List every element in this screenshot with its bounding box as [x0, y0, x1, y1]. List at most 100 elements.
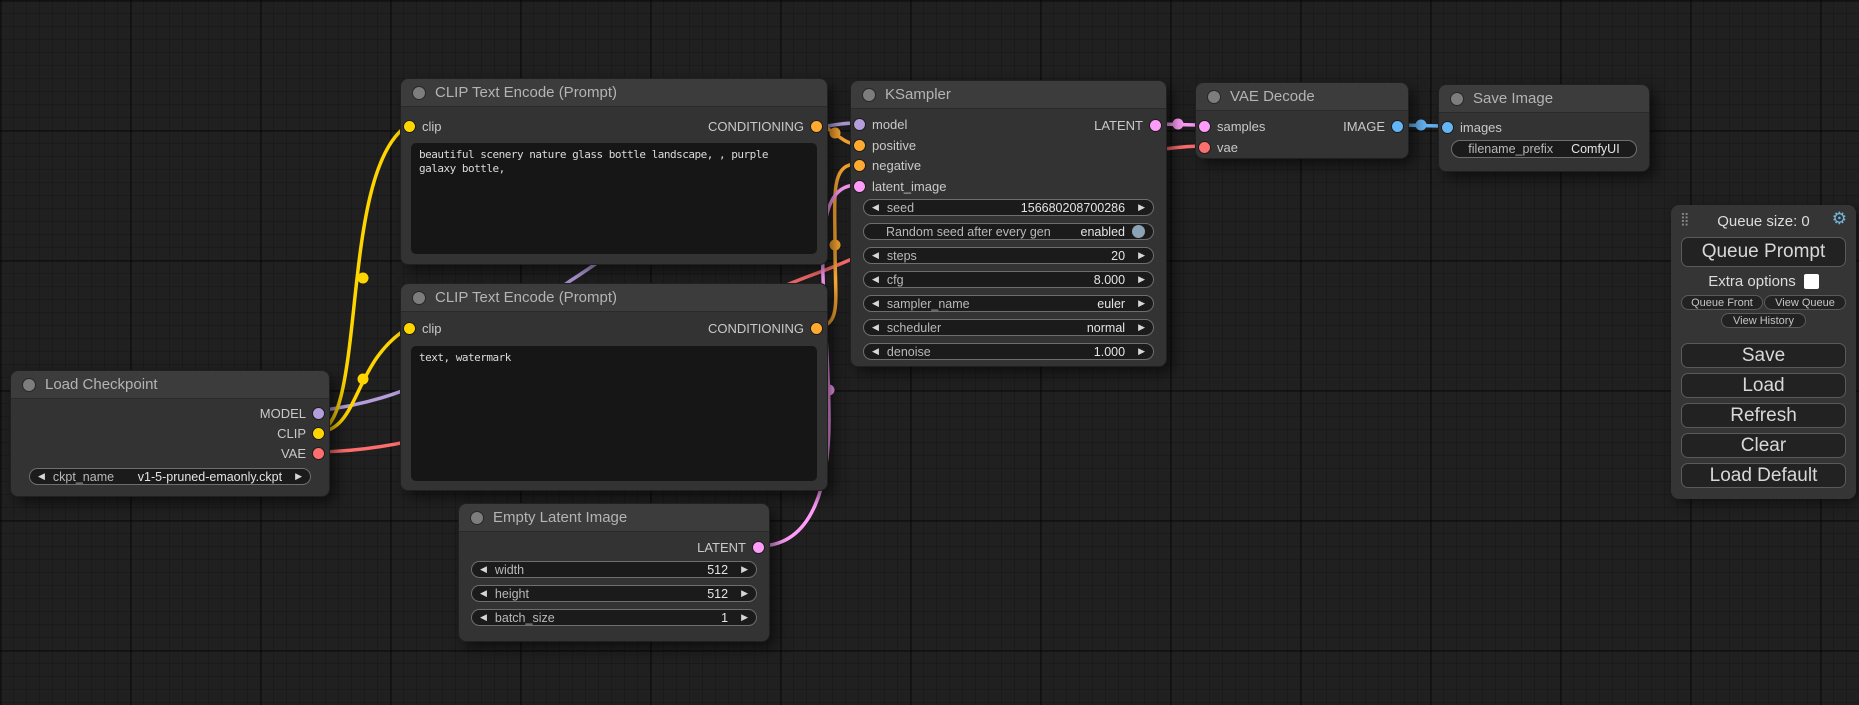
- link-dot: [1416, 120, 1427, 131]
- input-vae: vae: [1199, 138, 1238, 156]
- port-dot-vae[interactable]: [1199, 142, 1210, 153]
- widget-value: 512: [707, 587, 728, 601]
- arrow-left-icon[interactable]: ◀: [872, 347, 879, 356]
- load-button[interactable]: Load: [1681, 373, 1846, 398]
- arrow-left-icon[interactable]: ◀: [872, 323, 879, 332]
- load-default-button[interactable]: Load Default: [1681, 463, 1846, 488]
- arrow-left-icon[interactable]: ◀: [872, 275, 879, 284]
- arrow-left-icon[interactable]: ◀: [480, 613, 487, 622]
- widget-value: 8.000: [1094, 273, 1125, 287]
- denoise-widget[interactable]: ◀ denoise 1.000 ▶: [863, 343, 1154, 360]
- port-dot-latent[interactable]: [854, 181, 865, 192]
- port-dot-clip[interactable]: [404, 323, 415, 334]
- port-dot-conditioning[interactable]: [811, 121, 822, 132]
- port-dot-model[interactable]: [854, 119, 865, 130]
- port-dot-clip[interactable]: [404, 121, 415, 132]
- steps-widget[interactable]: ◀ steps 20 ▶: [863, 247, 1154, 264]
- port-dot-conditioning[interactable]: [854, 140, 865, 151]
- link-dot: [830, 128, 841, 139]
- node-status-dot-icon: [1451, 93, 1463, 105]
- node-load-checkpoint[interactable]: Load Checkpoint MODEL CLIP VAE ◀ ckpt_na…: [10, 370, 330, 497]
- port-dot-model[interactable]: [313, 408, 324, 419]
- node-empty-latent-image[interactable]: Empty Latent Image LATENT ◀ width 512 ▶ …: [458, 503, 770, 642]
- port-dot-image[interactable]: [1442, 122, 1453, 133]
- node-ksampler[interactable]: KSampler model positive negative latent_…: [850, 80, 1167, 367]
- port-dot-conditioning[interactable]: [854, 160, 865, 171]
- queue-front-button[interactable]: Queue Front: [1681, 295, 1763, 310]
- arrow-left-icon[interactable]: ◀: [872, 299, 879, 308]
- save-button[interactable]: Save: [1681, 343, 1846, 368]
- node-graph-canvas[interactable]: Load Checkpoint MODEL CLIP VAE ◀ ckpt_na…: [0, 0, 1859, 705]
- port-dot-latent[interactable]: [1150, 120, 1161, 131]
- extra-options-label: Extra options: [1708, 273, 1796, 290]
- ckpt-name-combo[interactable]: ◀ ckpt_name v1-5-pruned-emaonly.ckpt ▶: [29, 468, 311, 485]
- widget-value: 20: [1111, 249, 1125, 263]
- arrow-right-icon[interactable]: ▶: [295, 472, 302, 481]
- port-dot-clip[interactable]: [313, 428, 324, 439]
- arrow-right-icon[interactable]: ▶: [741, 565, 748, 574]
- output-model: MODEL: [260, 404, 324, 422]
- arrow-left-icon[interactable]: ◀: [872, 251, 879, 260]
- sampler-name-widget[interactable]: ◀ sampler_name euler ▶: [863, 295, 1154, 312]
- node-status-dot-icon: [863, 89, 875, 101]
- node-title-bar[interactable]: KSampler: [851, 81, 1166, 109]
- node-title-bar[interactable]: CLIP Text Encode (Prompt): [401, 79, 827, 107]
- node-clip-text-encode-negative[interactable]: CLIP Text Encode (Prompt) clip CONDITION…: [400, 283, 828, 491]
- node-title-bar[interactable]: Load Checkpoint: [11, 371, 329, 399]
- clear-button[interactable]: Clear: [1681, 433, 1846, 458]
- port-dot-vae[interactable]: [313, 448, 324, 459]
- widget-label: scheduler: [887, 321, 1087, 335]
- arrow-right-icon[interactable]: ▶: [1138, 299, 1145, 308]
- node-save-image[interactable]: Save Image images filename_prefix ComfyU…: [1438, 84, 1650, 172]
- queue-size-label: Queue size: 0: [1671, 213, 1856, 230]
- scheduler-widget[interactable]: ◀ scheduler normal ▶: [863, 319, 1154, 336]
- link-dot: [830, 240, 841, 251]
- arrow-right-icon[interactable]: ▶: [1138, 275, 1145, 284]
- arrow-right-icon[interactable]: ▶: [1138, 203, 1145, 212]
- seed-widget[interactable]: ◀ seed 156680208700286 ▶: [863, 199, 1154, 216]
- height-widget[interactable]: ◀ height 512 ▶: [471, 585, 757, 602]
- node-title: Empty Latent Image: [493, 509, 627, 526]
- filename-prefix-widget[interactable]: filename_prefix ComfyUI: [1451, 140, 1637, 158]
- node-title-bar[interactable]: Save Image: [1439, 85, 1649, 113]
- node-title: Save Image: [1473, 90, 1553, 107]
- batch-size-widget[interactable]: ◀ batch_size 1 ▶: [471, 609, 757, 626]
- node-title-bar[interactable]: VAE Decode: [1196, 83, 1408, 111]
- port-dot-latent[interactable]: [1199, 121, 1210, 132]
- node-status-dot-icon: [413, 292, 425, 304]
- arrow-right-icon[interactable]: ▶: [741, 589, 748, 598]
- port-dot-image[interactable]: [1392, 121, 1403, 132]
- node-title: CLIP Text Encode (Prompt): [435, 289, 617, 306]
- output-latent: LATENT: [697, 538, 764, 556]
- port-dot-conditioning[interactable]: [811, 323, 822, 334]
- widget-value: 156680208700286: [1021, 201, 1125, 215]
- node-title-bar[interactable]: CLIP Text Encode (Prompt): [401, 284, 827, 312]
- node-title-bar[interactable]: Empty Latent Image: [459, 504, 769, 532]
- arrow-right-icon[interactable]: ▶: [1138, 347, 1145, 356]
- view-queue-button[interactable]: View Queue: [1764, 295, 1846, 310]
- arrow-left-icon[interactable]: ◀: [480, 565, 487, 574]
- toggle-dot-icon[interactable]: [1132, 225, 1145, 238]
- queue-prompt-button[interactable]: Queue Prompt: [1681, 237, 1846, 267]
- node-clip-text-encode-positive[interactable]: CLIP Text Encode (Prompt) clip CONDITION…: [400, 78, 828, 265]
- prompt-textarea[interactable]: beautiful scenery nature glass bottle la…: [411, 143, 817, 254]
- extra-options-checkbox[interactable]: [1804, 274, 1819, 289]
- random-seed-toggle-widget[interactable]: Random seed after every gen enabled: [863, 223, 1154, 240]
- arrow-right-icon[interactable]: ▶: [1138, 251, 1145, 260]
- widget-label: filename_prefix: [1468, 142, 1553, 156]
- node-status-dot-icon: [413, 87, 425, 99]
- node-title: CLIP Text Encode (Prompt): [435, 84, 617, 101]
- arrow-left-icon[interactable]: ◀: [872, 203, 879, 212]
- view-history-button[interactable]: View History: [1721, 313, 1806, 328]
- arrow-right-icon[interactable]: ▶: [1138, 323, 1145, 332]
- arrow-right-icon[interactable]: ▶: [741, 613, 748, 622]
- port-dot-latent[interactable]: [753, 542, 764, 553]
- prompt-textarea[interactable]: text, watermark: [411, 346, 817, 481]
- node-vae-decode[interactable]: VAE Decode samples vae IMAGE: [1195, 82, 1409, 159]
- width-widget[interactable]: ◀ width 512 ▶: [471, 561, 757, 578]
- gear-icon[interactable]: ⚙: [1832, 209, 1847, 229]
- refresh-button[interactable]: Refresh: [1681, 403, 1846, 428]
- cfg-widget[interactable]: ◀ cfg 8.000 ▶: [863, 271, 1154, 288]
- arrow-left-icon[interactable]: ◀: [480, 589, 487, 598]
- arrow-left-icon[interactable]: ◀: [38, 472, 45, 481]
